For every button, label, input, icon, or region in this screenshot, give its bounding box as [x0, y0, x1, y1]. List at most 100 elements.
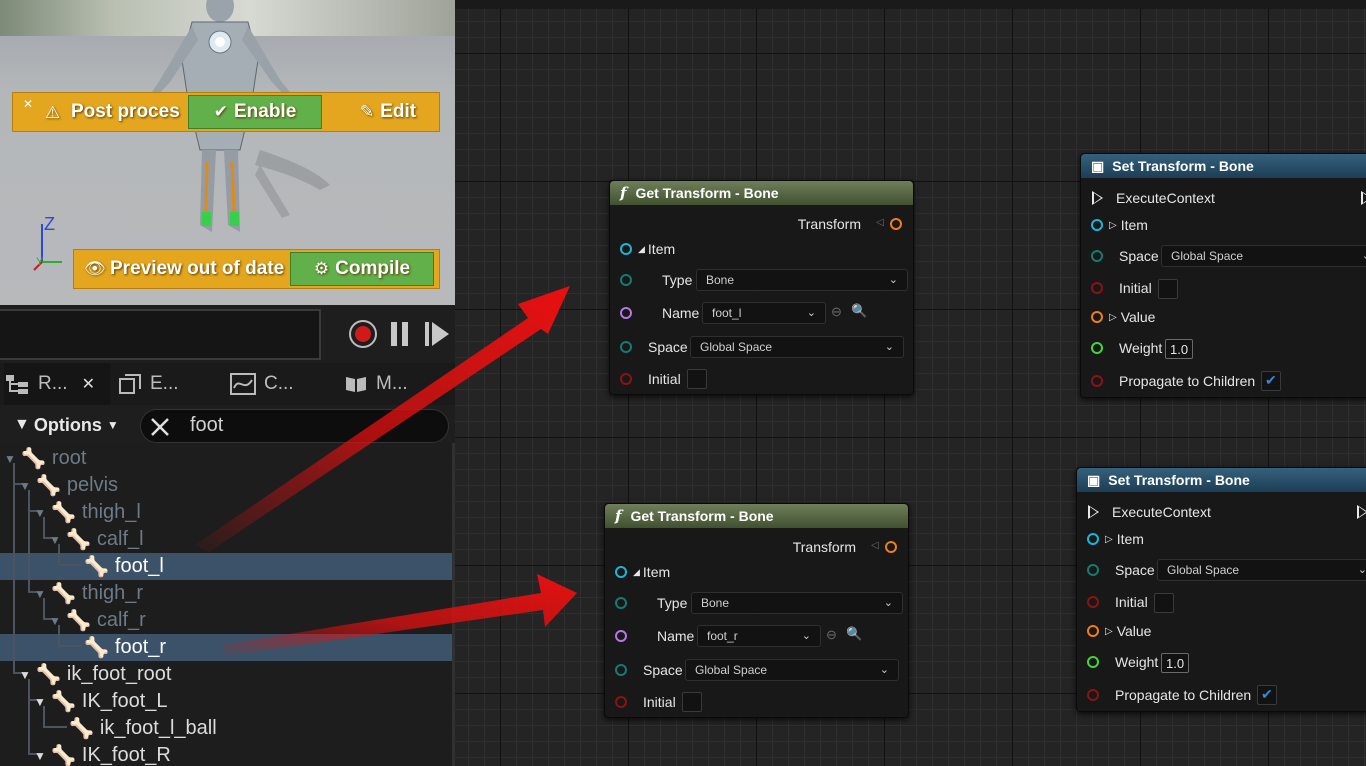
set-transform-node[interactable]: ▣ Set Transform - Bone ExecuteContext ▷ I… [1076, 467, 1366, 712]
node-header[interactable]: f Get Transform - Bone [610, 181, 913, 205]
get-transform-node[interactable]: f Get Transform - Bone Transform ◁ ◢ Item… [604, 503, 909, 718]
initial-pin[interactable] [615, 696, 627, 708]
close-tab-icon[interactable]: ✕ [82, 374, 95, 394]
tree-item[interactable]: ▼ 🦴 thigh_r [34, 580, 143, 607]
collapse-arrow-icon[interactable]: ◢ [633, 567, 640, 578]
expand-arrow-icon[interactable]: ▷ [1105, 626, 1113, 637]
edit-button[interactable]: ✎ Edit [338, 95, 438, 129]
item-pin[interactable] [1087, 533, 1099, 545]
space-dropdown[interactable]: Global Space ⌄ [690, 336, 904, 358]
expand-arrow-icon[interactable]: ▷ [1105, 534, 1113, 545]
tab-curves[interactable]: C... [230, 363, 330, 405]
transform-pin[interactable] [890, 218, 902, 230]
expand-arrow-icon[interactable]: ▼ [19, 479, 33, 493]
node-header[interactable]: f Get Transform - Bone [605, 504, 908, 528]
propagate-pin[interactable] [1087, 689, 1099, 701]
search-icon[interactable]: 🔍 [846, 626, 862, 642]
name-dropdown[interactable]: foot_l ⌄ [702, 302, 826, 324]
tree-item[interactable]: ▼ 🦴 thigh_l [34, 499, 141, 526]
propagate-checkbox[interactable] [1257, 685, 1277, 705]
tree-item[interactable]: ▼ 🦴 calf_r [49, 607, 146, 634]
execute-out-pin[interactable] [1357, 505, 1366, 519]
weight-input[interactable]: 1.0 [1165, 339, 1194, 359]
value-pin[interactable] [1091, 311, 1103, 323]
use-selected-icon[interactable]: ⊖ [826, 627, 837, 643]
tree-item[interactable]: ▼ 🦴 IK_foot_R [34, 742, 171, 766]
expand-arrow-icon[interactable]: ▼ [4, 452, 18, 466]
compile-button[interactable]: ⚙ Compile [290, 252, 434, 286]
space-dropdown[interactable]: Global Space ⌄ [1161, 245, 1366, 267]
tab-execution[interactable]: E... [118, 363, 218, 405]
name-pin[interactable] [615, 630, 627, 642]
type-dropdown[interactable]: Bone ⌄ [696, 269, 908, 291]
tree-item[interactable]: ▼ 🦴 ik_foot_root [19, 661, 171, 688]
space-dropdown[interactable]: Global Space ⌄ [1157, 559, 1366, 581]
get-transform-node[interactable]: f Get Transform - Bone Transform ◁ ◢ Item… [609, 180, 914, 395]
expand-arrow-icon[interactable]: ▼ [19, 668, 33, 682]
tree-item[interactable]: 🦴 ik_foot_l_ball [69, 715, 217, 742]
collapse-arrow-icon[interactable]: ◢ [638, 244, 645, 255]
name-pin[interactable] [620, 307, 632, 319]
space-dropdown[interactable]: Global Space ⌄ [685, 659, 899, 681]
set-transform-node[interactable]: ▣ Set Transform - Bone ExecuteContext ▷ I… [1080, 153, 1366, 398]
value-pin[interactable] [1087, 625, 1099, 637]
expand-arrow-icon[interactable]: ▼ [34, 749, 48, 763]
step-forward-icon[interactable] [424, 321, 450, 347]
propagate-checkbox[interactable] [1261, 371, 1281, 391]
initial-pin[interactable] [620, 373, 632, 385]
type-pin[interactable] [615, 597, 627, 609]
weight-input[interactable]: 1.0 [1161, 653, 1190, 673]
node-header[interactable]: ▣ Set Transform - Bone [1081, 154, 1366, 178]
propagate-pin[interactable] [1091, 375, 1103, 387]
tab-rig-hierarchy[interactable]: R... ✕ [4, 363, 110, 405]
preview-viewport[interactable]: ✕ ⚠ Post proces ✔ Enable ✎ Edit Z Y 👁 Pr… [0, 0, 455, 305]
space-pin[interactable] [615, 664, 627, 676]
tab-modules[interactable]: M... [344, 363, 444, 405]
expand-arrow-icon[interactable]: ▼ [34, 587, 48, 601]
tree-item-selected[interactable]: 🦴 foot_r [84, 634, 166, 661]
search-icon[interactable]: 🔍 [851, 303, 867, 319]
execute-in-pin[interactable] [1092, 191, 1103, 205]
execute-in-pin[interactable] [1088, 505, 1099, 519]
space-pin[interactable] [1091, 250, 1103, 262]
search-input[interactable]: foot [140, 409, 449, 443]
name-dropdown[interactable]: foot_r ⌄ [697, 625, 821, 647]
item-pin[interactable] [615, 566, 627, 578]
expand-arrow-icon[interactable]: ▷ [1109, 220, 1117, 231]
initial-checkbox[interactable] [687, 369, 707, 389]
rig-graph-canvas[interactable]: f Get Transform - Bone Transform ◁ ◢ Item… [455, 0, 1366, 766]
node-header[interactable]: ▣ Set Transform - Bone [1077, 468, 1366, 492]
initial-pin[interactable] [1091, 282, 1103, 294]
type-pin[interactable] [620, 274, 632, 286]
tree-item-selected[interactable]: 🦴 foot_l [84, 553, 164, 580]
type-dropdown[interactable]: Bone ⌄ [691, 592, 903, 614]
initial-checkbox[interactable] [1158, 279, 1178, 299]
tree-item[interactable]: ▼ 🦴 calf_l [49, 526, 144, 553]
transform-pin[interactable] [885, 541, 897, 553]
space-pin[interactable] [620, 341, 632, 353]
expand-arrow-icon[interactable]: ▼ [49, 614, 63, 628]
options-button[interactable]: ▼ Options ▼ [14, 411, 119, 439]
expand-arrow-icon[interactable]: ▷ [1109, 312, 1117, 323]
initial-checkbox[interactable] [1154, 593, 1174, 613]
timeline-field[interactable] [0, 309, 321, 360]
record-icon[interactable] [348, 319, 378, 349]
expand-arrow-icon[interactable]: ▼ [34, 506, 48, 520]
enable-button[interactable]: ✔ Enable [188, 95, 322, 129]
expand-arrow-icon[interactable]: ▼ [34, 695, 48, 709]
initial-pin[interactable] [1087, 596, 1099, 608]
close-icon[interactable]: ✕ [23, 97, 33, 111]
clear-search-icon[interactable] [149, 416, 171, 438]
use-selected-icon[interactable]: ⊖ [831, 304, 842, 320]
expand-arrow-icon[interactable]: ▼ [49, 533, 63, 547]
pause-icon[interactable] [389, 321, 411, 347]
tree-item[interactable]: ▼ 🦴 IK_foot_L [34, 688, 168, 715]
tree-item[interactable]: ▼ 🦴 root [4, 445, 86, 472]
item-pin[interactable] [620, 243, 632, 255]
execute-out-pin[interactable] [1361, 191, 1366, 205]
tree-item[interactable]: ▼ 🦴 pelvis [19, 472, 118, 499]
weight-pin[interactable] [1091, 342, 1103, 354]
initial-checkbox[interactable] [682, 692, 702, 712]
weight-pin[interactable] [1087, 656, 1099, 668]
item-pin[interactable] [1091, 219, 1103, 231]
